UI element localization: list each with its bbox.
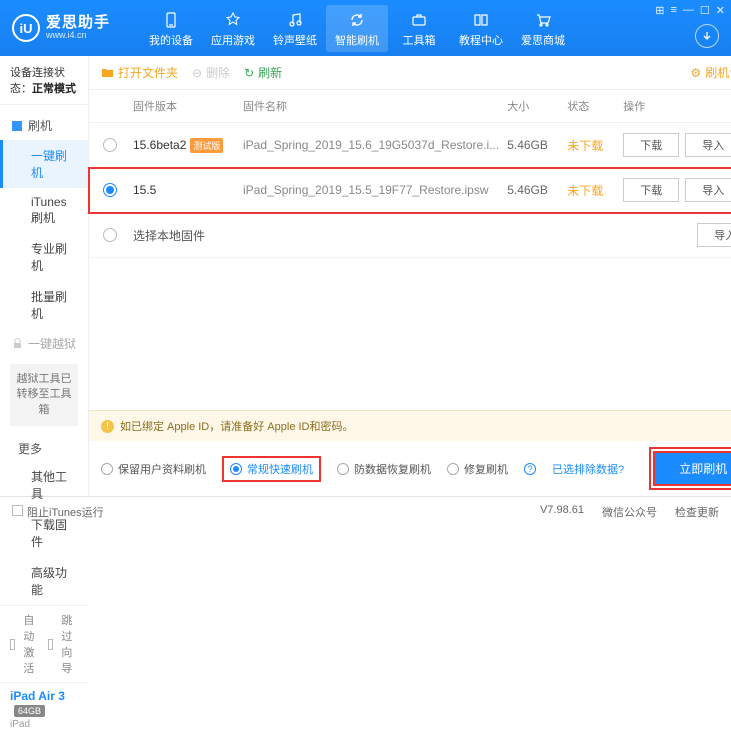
app-logo: iU (12, 14, 40, 42)
book-icon (472, 11, 490, 29)
download-indicator-icon[interactable] (695, 24, 719, 48)
apple-id-banner: ! 如已绑定 Apple ID，请准备好 Apple ID和密码。 ✕ (89, 410, 731, 441)
import-button[interactable]: 导入 (697, 223, 731, 247)
sidebar-item-other[interactable]: 其他工具 (0, 461, 88, 509)
status-bar: 阻止iTunes运行 V7.98.61 微信公众号 检查更新 (0, 496, 731, 526)
mode-normal[interactable]: 常规快速刷机 (230, 461, 313, 477)
titlebar: iU 爱思助手 www.i4.cn 我的设备 应用游戏 铃声壁纸 智能刷机 工具… (0, 0, 731, 56)
sidebar-options: 自动激活 跳过向导 (0, 605, 88, 682)
minimize-icon[interactable]: — (683, 4, 694, 17)
col-ops: 操作 (623, 98, 731, 114)
sidebar-item-itunes[interactable]: iTunes刷机 (0, 188, 88, 233)
import-button[interactable]: 导入 (685, 133, 731, 157)
mode-keep-data[interactable]: 保留用户资料刷机 (101, 461, 206, 477)
beta-tag: 测试版 (190, 138, 223, 153)
sidebar-item-advanced[interactable]: 高级功能 (0, 557, 88, 605)
music-icon (286, 11, 304, 29)
block-itunes-option[interactable]: 阻止iTunes运行 (12, 504, 104, 520)
apps-icon (224, 11, 242, 29)
delete-icon: ⊖ (192, 66, 202, 80)
storage-badge: 64GB (14, 705, 45, 717)
maximize-icon[interactable]: ☐ (700, 4, 710, 17)
toolbox-icon (410, 11, 428, 29)
skip-guide-checkbox[interactable] (48, 639, 53, 650)
mode-repair[interactable]: 修复刷机 (447, 461, 508, 477)
firmware-row[interactable]: 15.6beta2测试版 iPad_Spring_2019_15.6_19G50… (89, 123, 731, 168)
help-icon[interactable]: ? (524, 463, 536, 475)
col-name: 固件名称 (243, 98, 507, 114)
device-card[interactable]: iPad Air 3 64GB iPad (0, 682, 88, 738)
firmware-row[interactable]: 15.5 iPad_Spring_2019_15.5_19F77_Restore… (89, 168, 731, 213)
refresh-icon: ↻ (244, 66, 254, 80)
flash-settings-button[interactable]: ⚙刷机设置 (690, 64, 731, 81)
main-panel: 打开文件夹 ⊖删除 ↻刷新 ⚙刷机设置 固件版本 固件名称 大小 状态 操作 1… (89, 56, 731, 496)
table-header: 固件版本 固件名称 大小 状态 操作 (89, 90, 731, 123)
info-icon: ! (101, 420, 114, 433)
flash-now-button[interactable]: 立即刷机 (653, 451, 731, 486)
nav-apps[interactable]: 应用游戏 (202, 5, 264, 52)
win-menu-icon[interactable]: ≡ (670, 4, 676, 17)
win-grid-icon[interactable]: ⊞ (655, 4, 664, 17)
section-jailbreak: 一键越狱 (0, 335, 88, 358)
close-icon[interactable]: ✕ (716, 4, 725, 17)
cart-icon (534, 11, 552, 29)
local-firmware-row[interactable]: 选择本地固件 导入 (89, 213, 731, 258)
delete-button[interactable]: ⊖删除 (192, 64, 230, 81)
row-radio[interactable] (103, 138, 117, 152)
nav-flash[interactable]: 智能刷机 (326, 5, 388, 52)
brand-url: www.i4.cn (46, 31, 110, 41)
square-icon (12, 121, 22, 131)
sidebar-item-pro[interactable]: 专业刷机 (0, 233, 88, 281)
auto-activate-checkbox[interactable] (10, 639, 15, 650)
folder-icon (101, 66, 114, 79)
exclude-data-link[interactable]: 已选排除数据? (552, 461, 624, 477)
top-nav: 我的设备 应用游戏 铃声壁纸 智能刷机 工具箱 教程中心 爱思商城 (140, 5, 719, 52)
nav-media[interactable]: 铃声壁纸 (264, 5, 326, 52)
check-update-link[interactable]: 检查更新 (675, 504, 719, 520)
row-radio[interactable] (103, 183, 117, 197)
sidebar: 设备连接状态：正常模式 刷机 一键刷机 iTunes刷机 专业刷机 批量刷机 一… (0, 56, 89, 496)
toolbar: 打开文件夹 ⊖删除 ↻刷新 ⚙刷机设置 (89, 56, 731, 90)
flash-mode-bar: 保留用户资料刷机 常规快速刷机 防数据恢复刷机 修复刷机 ? 已选排除数据? 立… (89, 441, 731, 496)
section-more[interactable]: 更多 (0, 432, 88, 461)
col-status: 状态 (567, 98, 623, 114)
window-controls: ⊞ ≡ — ☐ ✕ (655, 4, 725, 17)
version-label: V7.98.61 (540, 504, 584, 520)
checkbox-icon[interactable] (12, 505, 23, 516)
download-button[interactable]: 下载 (623, 133, 679, 157)
phone-icon (162, 11, 180, 29)
wechat-link[interactable]: 微信公众号 (602, 504, 657, 520)
refresh-icon (348, 11, 366, 29)
device-name: iPad Air 3 (10, 689, 65, 703)
mode-anti-recovery[interactable]: 防数据恢复刷机 (337, 461, 431, 477)
col-version: 固件版本 (133, 98, 243, 114)
section-flash[interactable]: 刷机 (0, 111, 88, 140)
refresh-button[interactable]: ↻刷新 (244, 64, 282, 81)
device-status: 设备连接状态：正常模式 (0, 56, 88, 105)
firmware-name: iPad_Spring_2019_15.5_19F77_Restore.ipsw (243, 183, 507, 197)
row-radio[interactable] (103, 228, 117, 242)
import-button[interactable]: 导入 (685, 178, 731, 202)
gear-icon: ⚙ (690, 66, 701, 80)
device-type: iPad (10, 719, 78, 730)
download-button[interactable]: 下载 (623, 178, 679, 202)
sidebar-item-oneclick[interactable]: 一键刷机 (0, 140, 88, 188)
brand: 爱思助手 www.i4.cn (46, 15, 110, 41)
jailbreak-note: 越狱工具已转移至工具箱 (10, 364, 78, 426)
brand-name: 爱思助手 (46, 15, 110, 32)
col-size: 大小 (507, 98, 567, 114)
nav-store[interactable]: 爱思商城 (512, 5, 574, 52)
lock-icon (12, 338, 23, 349)
nav-toolbox[interactable]: 工具箱 (388, 5, 450, 52)
nav-my-device[interactable]: 我的设备 (140, 5, 202, 52)
nav-tutorials[interactable]: 教程中心 (450, 5, 512, 52)
firmware-name: iPad_Spring_2019_15.6_19G5037d_Restore.i… (243, 138, 507, 152)
sidebar-item-batch[interactable]: 批量刷机 (0, 281, 88, 329)
open-folder-button[interactable]: 打开文件夹 (101, 64, 178, 81)
